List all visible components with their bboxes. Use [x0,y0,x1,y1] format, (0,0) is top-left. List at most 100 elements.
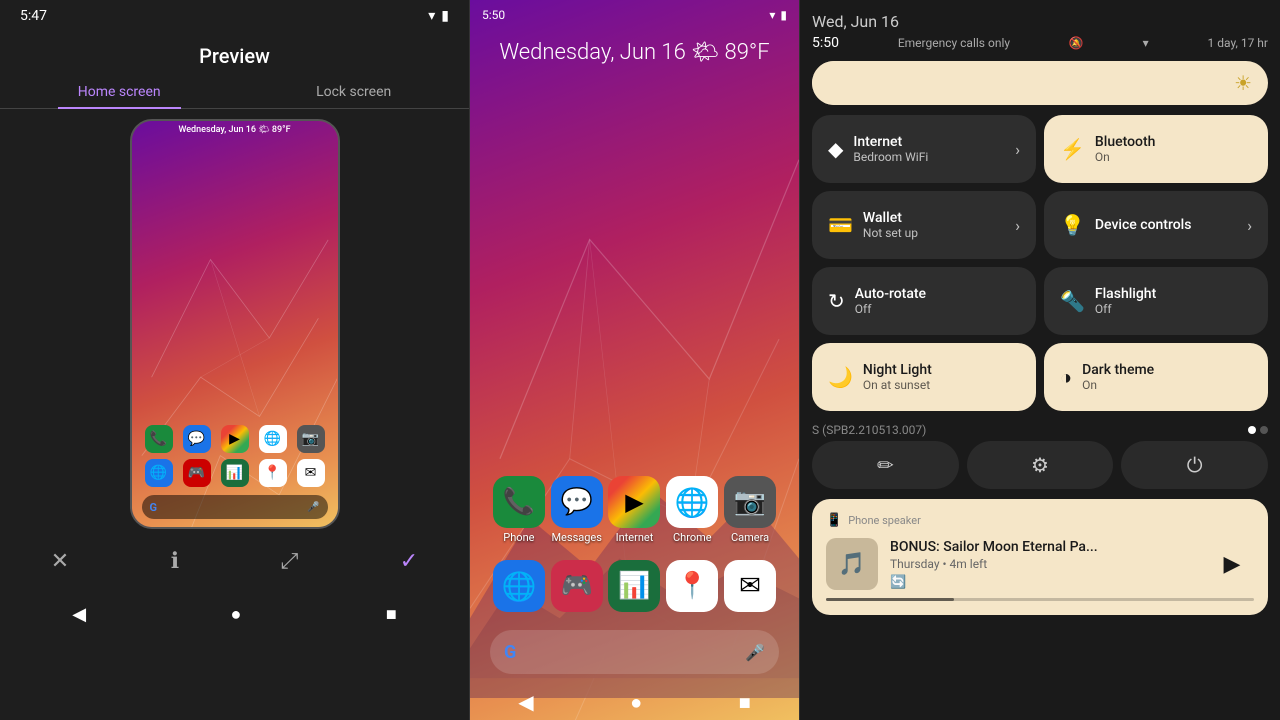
brightness-slider[interactable]: ☀ [812,61,1268,105]
darktheme-sub: On [1082,378,1252,392]
build-info-row: S (SPB2.210513.007) [812,423,1268,437]
autorotate-tile[interactable]: ↻ Auto-rotate Off [812,267,1036,335]
qs-time: 5:50 [812,35,839,51]
preview-searchbar[interactable]: G 🎤 [142,495,328,519]
settings-button[interactable]: ⚙ [967,441,1114,489]
battery-icon: ▮ [441,8,449,24]
internet-title: Internet [853,134,1005,150]
playstore-app[interactable]: ▶ Internet [608,476,660,544]
messages-app-icon-small: 💬 [183,425,211,453]
autorotate-title: Auto-rotate [855,286,1020,302]
app-row-2: 🌐 🎮 📊 📍 ✉ [470,552,799,620]
flashlight-tile[interactable]: 🔦 Flashlight Off [1044,267,1268,335]
nightlight-sub: On at sunset [863,378,1020,392]
expand-button[interactable]: ⤢ [281,549,299,574]
bluetooth-tile[interactable]: ⚡ Bluetooth On [1044,115,1268,183]
tab-lock-screen[interactable]: Lock screen [296,76,411,108]
info-button[interactable]: ℹ [171,549,179,574]
phone-speaker-icon: 📱 [826,513,842,528]
app-icons-row2: 🌐 🎮 📊 📍 ✉ [132,457,338,489]
play-button[interactable]: ▶ [1210,542,1254,586]
maps-app[interactable]: 📍 [666,560,718,612]
dot-1 [1248,426,1256,434]
bluetooth-icon: ⚡ [1060,137,1085,161]
wallet-icon: 💳 [828,213,853,237]
messages-icon: 💬 [551,476,603,528]
status-bar-preview: 5:47 ▾ ▮ [0,0,469,32]
playstore-icon: ▶ [608,476,660,528]
wallet-sub: Not set up [863,226,1005,240]
confirm-button[interactable]: ✓ [400,549,418,574]
recents-button-preview[interactable]: ■ [386,604,397,625]
preview-tab-bar: Home screen Lock screen [0,76,469,109]
phone-label: Phone [503,531,534,544]
nightlight-tile[interactable]: 🌙 Night Light On at sunset [812,343,1036,411]
home-button-preview[interactable]: ● [231,604,242,625]
stadia-icon-small: 🎮 [183,459,211,487]
stadia-app[interactable]: 🎮 [551,560,603,612]
autorotate-icon: ↻ [828,289,845,313]
phone-app[interactable]: 📞 Phone [493,476,545,544]
edit-button[interactable]: ✏ [812,441,959,489]
shortcut-app[interactable]: 📊 [608,560,660,612]
chrome-app[interactable]: 🌐 Chrome [666,476,718,544]
browser-icon-small: 🌐 [145,459,173,487]
preview-control-bar: ✕ ℹ ⤢ ✓ [0,529,469,594]
wallet-text: Wallet Not set up [863,210,1005,240]
back-button-home[interactable]: ◀ [518,690,533,715]
gmail-app[interactable]: ✉ [724,560,776,612]
mic-icon: 🎤 [745,643,765,662]
bluetooth-title: Bluetooth [1095,134,1252,150]
device-controls-tile[interactable]: 💡 Device controls › [1044,191,1268,259]
bluetooth-sub: On [1095,150,1252,164]
internet-icon: ◆ [828,137,843,161]
media-info: BONUS: Sailor Moon Eternal Pa... Thursda… [890,539,1198,590]
homescreen-searchbar[interactable]: G 🎤 [490,630,779,674]
internet-text: Internet Bedroom WiFi [853,134,1005,164]
wallet-title: Wallet [863,210,1005,226]
qs-battery: 1 day, 17 hr [1208,36,1268,50]
messages-label: Messages [551,531,601,544]
device-controls-text: Device controls [1095,217,1237,233]
darktheme-text: Dark theme On [1082,362,1252,392]
back-button-preview[interactable]: ◀ [72,604,86,625]
camera-app[interactable]: 📷 Camera [724,476,776,544]
shortcut-icon-small: 📊 [221,459,249,487]
qs-action-bar: ✏ ⚙ ⏻ [812,441,1268,489]
stadia-icon: 🎮 [551,560,603,612]
media-time: Thursday • 4m left [890,557,1198,571]
google-g: G [504,642,516,663]
recents-button-home[interactable]: ■ [739,690,751,715]
page-dots [1248,426,1268,434]
home-button-home[interactable]: ● [630,690,642,715]
camera-icon: 📷 [724,476,776,528]
nav-bar-homescreen: ◀ ● ■ [470,680,799,720]
wifi-icon: ▾ [428,8,435,24]
darktheme-icon: ◑ [1060,365,1072,390]
qs-mute-icon: 🔕 [1069,36,1084,50]
homescreen-time: 5:50 [482,8,505,22]
media-repeat-icon: 🔄 [890,575,1198,590]
homescreen-content: 5:50 ▾ ▮ Wednesday, Jun 16 🌤 89°F 📞 Phon… [470,0,799,720]
phone-preview-overlay: Wednesday, Jun 16 🌤 89°F 📞 💬 ▶ 🌐 📷 🌐 🎮 📊… [132,121,338,527]
tab-home-screen[interactable]: Home screen [58,76,181,108]
media-source-label: Phone speaker [848,514,921,527]
playstore-app-icon-small: ▶ [221,425,249,453]
homescreen-panel: 5:50 ▾ ▮ Wednesday, Jun 16 🌤 89°F 📞 Phon… [470,0,800,720]
media-progress-bar[interactable] [826,598,1254,601]
chrome-app-2[interactable]: 🌐 [493,560,545,612]
qs-header: Wed, Jun 16 [812,12,1268,31]
nightlight-text: Night Light On at sunset [863,362,1020,392]
power-button[interactable]: ⏻ [1121,441,1268,489]
status-bar-homescreen: 5:50 ▾ ▮ [470,0,799,30]
chrome-app-icon-small: 🌐 [259,425,287,453]
close-button[interactable]: ✕ [51,549,69,574]
darktheme-tile[interactable]: ◑ Dark theme On [1044,343,1268,411]
chrome-label: Chrome [673,531,712,544]
wallet-tile[interactable]: 💳 Wallet Not set up › [812,191,1036,259]
quick-settings-panel: Wed, Jun 16 5:50 Emergency calls only 🔕 … [800,0,1280,720]
flashlight-icon: 🔦 [1060,289,1085,313]
playstore-label: Internet [616,531,654,544]
messages-app[interactable]: 💬 Messages [551,476,603,544]
internet-tile[interactable]: ◆ Internet Bedroom WiFi › [812,115,1036,183]
